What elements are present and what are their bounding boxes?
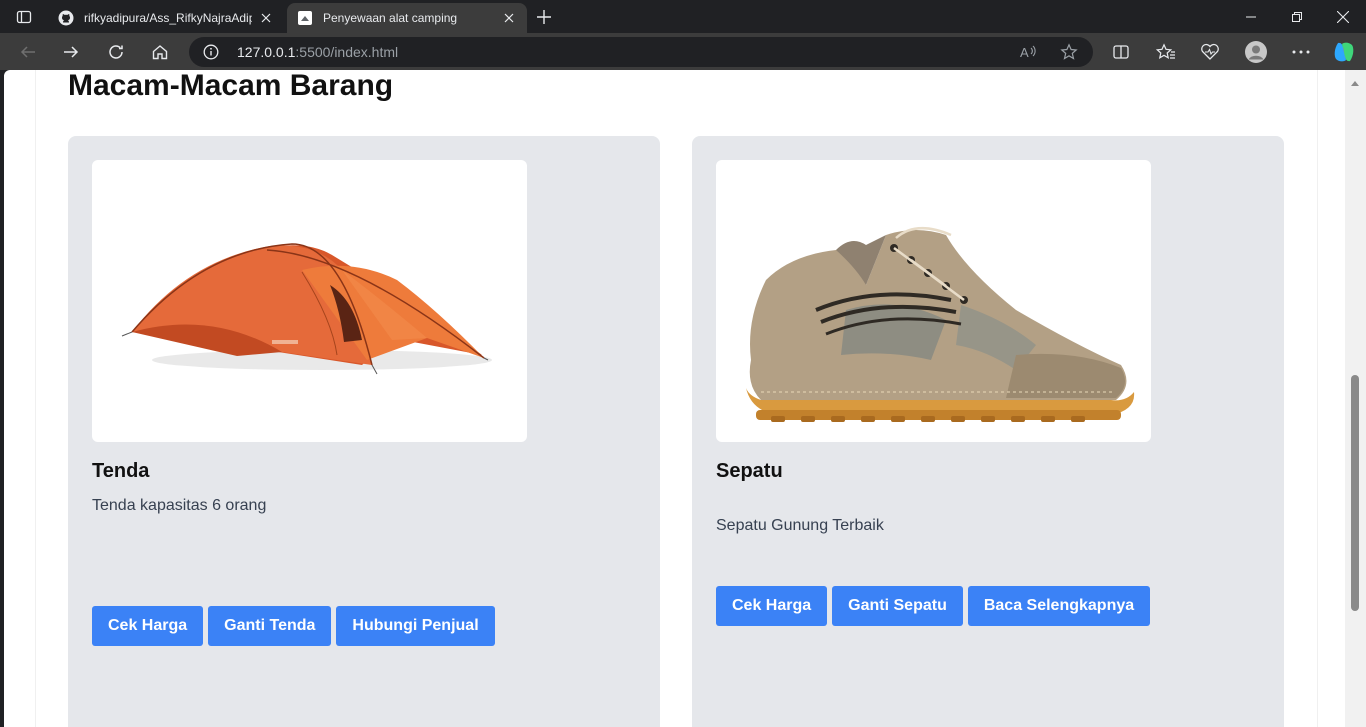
minimize-icon[interactable] [1228,0,1274,33]
svg-text:A: A [1020,45,1029,60]
restore-icon[interactable] [1274,0,1320,33]
content-container: Macam-Macam Barang Tenda Tenda kapasitas… [35,70,1318,727]
tab-github[interactable]: rifkyadipura/Ass_RifkyNajraAdipu [48,3,284,33]
close-tab-icon[interactable] [258,10,274,26]
github-icon [58,10,74,26]
tab-title: Penyewaan alat camping [323,11,458,25]
site-info-icon[interactable] [202,43,220,61]
card-description: Sepatu Gunung Terbaik [716,517,884,534]
tab-strip: rifkyadipura/Ass_RifkyNajraAdipu Penyewa… [0,0,1366,33]
back-icon[interactable] [13,37,43,67]
scroll-up-arrow-icon[interactable] [1350,78,1360,88]
card-actions: Cek Harga Ganti Tenda Hubungi Penjual [92,606,495,646]
more-options-icon[interactable] [1286,37,1316,67]
card-title: Sepatu [716,460,783,482]
vertical-scrollbar[interactable] [1345,70,1366,727]
page-viewport: Macam-Macam Barang Tenda Tenda kapasitas… [4,70,1345,727]
change-tent-button[interactable]: Ganti Tenda [208,606,332,646]
favorites-icon[interactable] [1151,37,1181,67]
check-price-button[interactable]: Cek Harga [716,586,828,626]
address-bar[interactable]: 127.0.0.1:5500/index.html A [189,37,1093,67]
read-aloud-icon[interactable]: A [1018,42,1038,62]
section-heading: Macam-Macam Barang [68,70,394,102]
url-text[interactable]: 127.0.0.1:5500/index.html [237,44,398,60]
close-window-icon[interactable] [1320,0,1366,33]
card-actions: Cek Harga Ganti Sepatu Baca Selengkapnya [716,586,1151,626]
tab-title: rifkyadipura/Ass_RifkyNajraAdipu [84,11,252,25]
url-host: 127.0.0.1 [237,44,296,60]
copilot-icon[interactable] [1329,37,1359,67]
read-more-button[interactable]: Baca Selengkapnya [967,586,1151,626]
browser-essentials-icon[interactable] [1195,37,1225,67]
hiking-boot-image [716,160,1151,442]
card-title: Tenda [92,460,150,482]
contact-seller-button[interactable]: Hubungi Penjual [336,606,495,646]
card-description: Tenda kapasitas 6 orang [92,497,267,514]
home-icon[interactable] [145,37,175,67]
url-path: :5500/index.html [295,44,399,60]
scrollbar-thumb[interactable] [1351,375,1359,611]
tent-image [92,160,527,442]
split-screen-icon[interactable] [1106,37,1136,67]
close-tab-icon[interactable] [501,10,517,26]
browser-toolbar: 127.0.0.1:5500/index.html A [0,33,1366,70]
product-card-sepatu: Sepatu Sepatu Gunung Terbaik Cek Harga G… [692,136,1284,727]
product-card-tenda: Tenda Tenda kapasitas 6 orang Cek Harga … [68,136,660,727]
change-shoe-button[interactable]: Ganti Sepatu [832,586,963,626]
forward-icon[interactable] [56,37,86,67]
refresh-icon[interactable] [101,37,131,67]
page-icon [297,10,313,26]
favorite-star-icon[interactable] [1059,42,1079,62]
tab-camping[interactable]: Penyewaan alat camping [287,3,527,33]
check-price-button[interactable]: Cek Harga [92,606,204,646]
new-tab-icon[interactable] [533,6,555,28]
tab-actions-icon[interactable] [10,6,38,28]
profile-avatar-icon[interactable] [1241,37,1271,67]
